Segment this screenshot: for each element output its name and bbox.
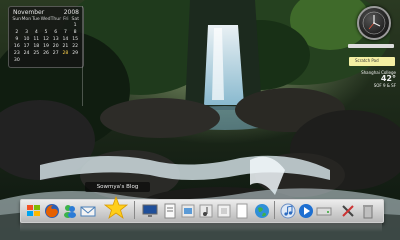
music-folder-icon[interactable]	[198, 203, 214, 219]
dock-separator	[274, 201, 275, 219]
calendar-day[interactable]: 19	[41, 44, 51, 50]
calendar-day[interactable]: 6	[51, 30, 61, 36]
calendar-day	[31, 23, 41, 29]
drive-icon[interactable]	[316, 203, 332, 219]
search-bar[interactable]	[348, 44, 394, 48]
calendar-day	[41, 58, 51, 64]
calendar-year: 2008	[63, 9, 79, 16]
calendar-day[interactable]: 7	[61, 30, 71, 36]
calendar-day[interactable]: 1	[70, 23, 80, 29]
calendar-days: 1 2 3 4 5 6 7 8 9 10 11 12 13 14 15 16 17 18 19 20 21 22 23 24 2…	[9, 23, 83, 64]
mail-icon[interactable]	[80, 203, 96, 219]
dock-separator	[134, 201, 135, 219]
recycle-bin-icon[interactable]	[360, 203, 376, 219]
calendar-day[interactable]: 28	[61, 51, 71, 57]
note-gadget[interactable]: Scratch Pad	[349, 57, 395, 66]
calendar-gadget[interactable]: November 2008 Sun Mon Tue Wed Thur Fri S…	[8, 6, 84, 68]
calendar-day[interactable]: 26	[41, 51, 51, 57]
tools-icon[interactable]	[340, 203, 356, 219]
calendar-day[interactable]: 22	[70, 44, 80, 50]
calendar-day[interactable]: 20	[51, 44, 61, 50]
calendar-day	[22, 58, 32, 64]
weather-range: SOF 9 & SF	[373, 83, 396, 88]
calendar-day[interactable]: 29	[70, 51, 80, 57]
clock-face-icon	[362, 11, 386, 35]
dock-reflection	[20, 222, 382, 232]
calendar-day	[41, 23, 51, 29]
calendar-day	[12, 23, 22, 29]
desktop: November 2008 Sun Mon Tue Wed Thur Fri S…	[0, 0, 400, 240]
windows-flag-icon[interactable]	[26, 203, 42, 219]
calendar-day[interactable]: 8	[70, 30, 80, 36]
itunes-icon[interactable]	[280, 203, 296, 219]
calendar-day[interactable]: 17	[22, 44, 32, 50]
firefox-icon[interactable]	[44, 203, 60, 219]
calendar-day[interactable]: 14	[61, 37, 71, 43]
calendar-day	[61, 23, 71, 29]
calendar-day[interactable]: 11	[31, 37, 41, 43]
calendar-header: November 2008	[9, 7, 83, 17]
calendar-day[interactable]: 9	[12, 37, 22, 43]
calendar-day[interactable]: 23	[12, 51, 22, 57]
documents-folder-icon[interactable]	[216, 203, 232, 219]
monitor-icon[interactable]	[142, 203, 158, 219]
weather-gadget[interactable]: Shanghai College 42° SOF 9 & SF	[354, 70, 396, 92]
calendar-day[interactable]: 5	[41, 30, 51, 36]
calendar-day[interactable]: 12	[41, 37, 51, 43]
calendar-day[interactable]: 18	[31, 44, 41, 50]
calendar-day[interactable]: 25	[31, 51, 41, 57]
star-icon[interactable]	[104, 196, 128, 220]
calendar-day[interactable]: 30	[12, 58, 22, 64]
calendar-day[interactable]: 24	[22, 51, 32, 57]
calendar-day[interactable]: 2	[12, 30, 22, 36]
weather-temperature: 42°	[380, 74, 396, 83]
calendar-day	[51, 58, 61, 64]
calendar-day[interactable]: 4	[31, 30, 41, 36]
calendar-day[interactable]: 3	[22, 30, 32, 36]
gadget-divider	[82, 6, 83, 106]
pictures-folder-icon[interactable]	[180, 203, 196, 219]
calendar-day[interactable]: 27	[51, 51, 61, 57]
calendar-day[interactable]: 21	[61, 44, 71, 50]
calendar-month: November	[13, 9, 45, 16]
clock-gadget[interactable]	[357, 6, 391, 40]
document-icon[interactable]	[162, 203, 178, 219]
dock-tooltip: Sowmya's Blog	[85, 182, 150, 192]
calendar-day[interactable]: 16	[12, 44, 22, 50]
calendar-day	[70, 58, 80, 64]
blank-page-icon[interactable]	[234, 203, 250, 219]
calendar-day	[61, 58, 71, 64]
calendar-day[interactable]: 10	[22, 37, 32, 43]
media-player-icon[interactable]	[298, 203, 314, 219]
messenger-icon[interactable]	[62, 203, 78, 219]
calendar-day	[51, 23, 61, 29]
globe-icon[interactable]	[254, 203, 270, 219]
calendar-day	[22, 23, 32, 29]
note-text: Scratch Pad	[355, 58, 379, 63]
calendar-day	[31, 58, 41, 64]
calendar-day[interactable]: 15	[70, 37, 80, 43]
calendar-day[interactable]: 13	[51, 37, 61, 43]
